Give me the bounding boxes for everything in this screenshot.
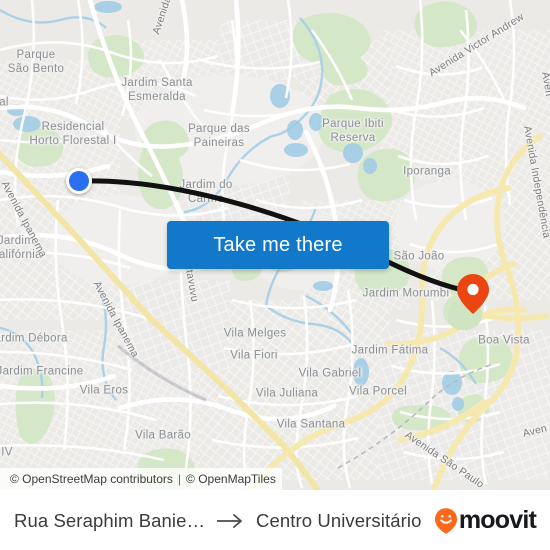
footer-bar: Rua Seraphim Banietti, 1... Centro Unive… [0,490,550,550]
moovit-logo[interactable]: moovit [434,506,537,535]
route-summary: Rua Seraphim Banietti, 1... Centro Unive… [14,510,422,532]
moovit-pin-icon [434,507,457,534]
map-canvas[interactable]: Parque São Bento Jardim Santa Esmeralda Pa… [0,0,550,490]
destination-name: Centro Universitário Fa... [256,509,422,531]
attribution-separator: | [177,472,182,486]
attribution-tiles[interactable]: © OpenMapTiles [186,472,276,486]
arrow-right-icon [216,513,246,529]
moovit-wordmark: moovit [458,506,537,534]
attribution-osm[interactable]: © OpenStreetMap contributors [10,472,173,486]
take-me-there-button[interactable]: Take me there [167,221,389,269]
origin-name: Rua Seraphim Banietti, 1... [14,509,206,531]
moovit-route-preview: Parque São Bento Jardim Santa Esmeralda Pa… [0,0,550,550]
map-attribution: © OpenStreetMap contributors | © OpenMap… [0,468,282,490]
origin-marker[interactable] [66,168,92,194]
destination-marker[interactable] [456,272,490,316]
